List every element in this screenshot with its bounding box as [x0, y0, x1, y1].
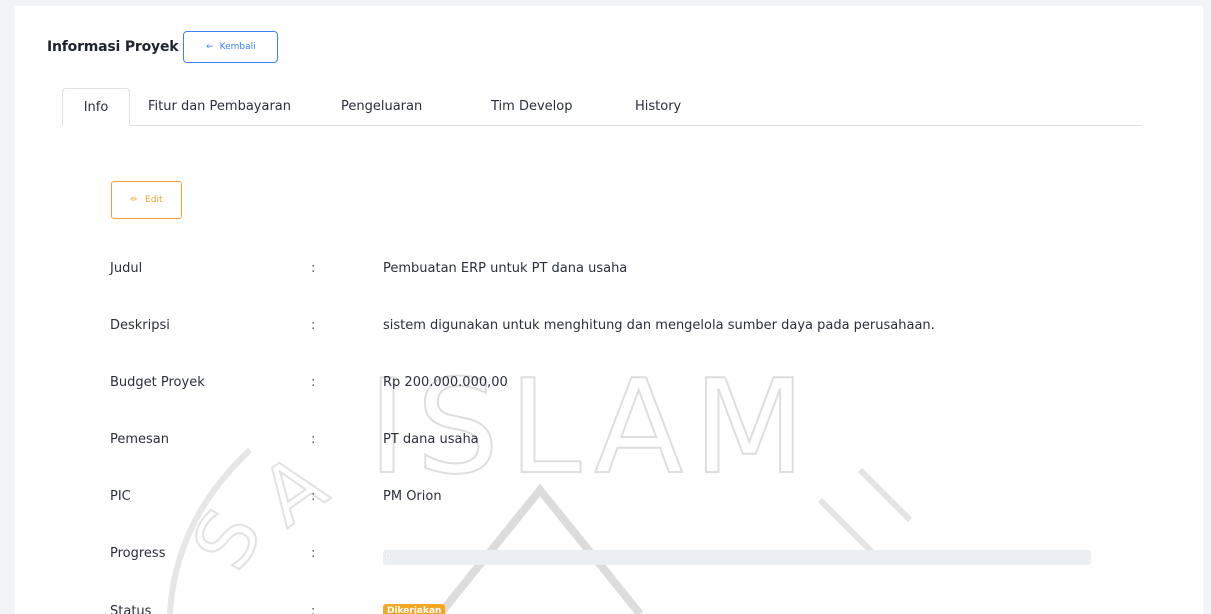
tab-label: Fitur dan Pembayaran: [148, 99, 292, 114]
detail-separator: :: [311, 604, 316, 614]
tab-label: Info: [83, 100, 109, 115]
detail-label: PIC: [110, 489, 131, 504]
progress-text: 0%: [385, 552, 400, 562]
edit-button[interactable]: ✏ Edit: [111, 181, 182, 219]
arrow-left-icon: ←: [206, 42, 214, 52]
tab-history[interactable]: History: [635, 88, 681, 125]
tab-label: Tim Develop: [491, 99, 573, 114]
detail-value: Rp 200.000.000,00: [383, 375, 508, 390]
tab-tim-develop[interactable]: Tim Develop: [491, 88, 572, 125]
detail-value: Pembuatan ERP untuk PT dana usaha: [383, 261, 628, 276]
detail-label: Deskripsi: [110, 318, 170, 333]
detail-label: Pemesan: [110, 432, 170, 447]
detail-row-budget: Budget Proyek : Rp 200.000.000,00: [0, 375, 1211, 395]
detail-row-pemesan: Pemesan : PT dana usaha: [0, 432, 1211, 452]
detail-separator: :: [311, 489, 316, 504]
progress-bar: 0%: [383, 550, 1091, 565]
detail-separator: :: [311, 318, 316, 333]
detail-separator: :: [311, 546, 316, 561]
detail-row-pic: PIC : PM Orion: [0, 489, 1211, 509]
tab-fitur-dan-pembayaran[interactable]: Fitur dan Pembayaran: [148, 88, 291, 125]
page-title: Informasi Proyek: [47, 39, 179, 55]
back-button[interactable]: ← Kembali: [183, 31, 279, 63]
detail-row-judul: Judul : Pembuatan ERP untuk PT dana usah…: [0, 261, 1211, 281]
tab-pengeluaran[interactable]: Pengeluaran: [341, 88, 422, 125]
detail-separator: :: [311, 375, 316, 390]
detail-label: Judul: [110, 261, 143, 276]
tab-label: History: [635, 99, 682, 114]
back-button-label: Kembali: [219, 42, 256, 52]
detail-value: PM Orion: [383, 489, 442, 504]
detail-separator: :: [311, 261, 316, 276]
tab-label: Pengeluaran: [341, 99, 423, 114]
detail-row-deskripsi: Deskripsi : sistem digunakan untuk mengh…: [0, 318, 1211, 338]
detail-row-status: Status : Dikerjakan: [0, 592, 1211, 614]
detail-label: Progress: [110, 546, 166, 561]
tab-info[interactable]: Info: [62, 88, 130, 126]
detail-value: sistem digunakan untuk menghitung dan me…: [383, 318, 935, 333]
detail-label: Budget Proyek: [110, 375, 205, 390]
detail-separator: :: [311, 432, 316, 447]
tab-bar: Info Fitur dan Pembayaran Pengeluaran Ti…: [62, 88, 1142, 126]
pencil-icon: ✏: [130, 195, 139, 205]
detail-label: Status: [110, 604, 152, 614]
page-header: Informasi Proyek ← Kembali: [47, 31, 279, 63]
detail-row-progress: Progress : 0%: [0, 546, 1211, 566]
status-badge: Dikerjakan: [383, 604, 446, 614]
detail-value: PT dana usaha: [383, 432, 479, 447]
edit-button-label: Edit: [145, 195, 163, 205]
